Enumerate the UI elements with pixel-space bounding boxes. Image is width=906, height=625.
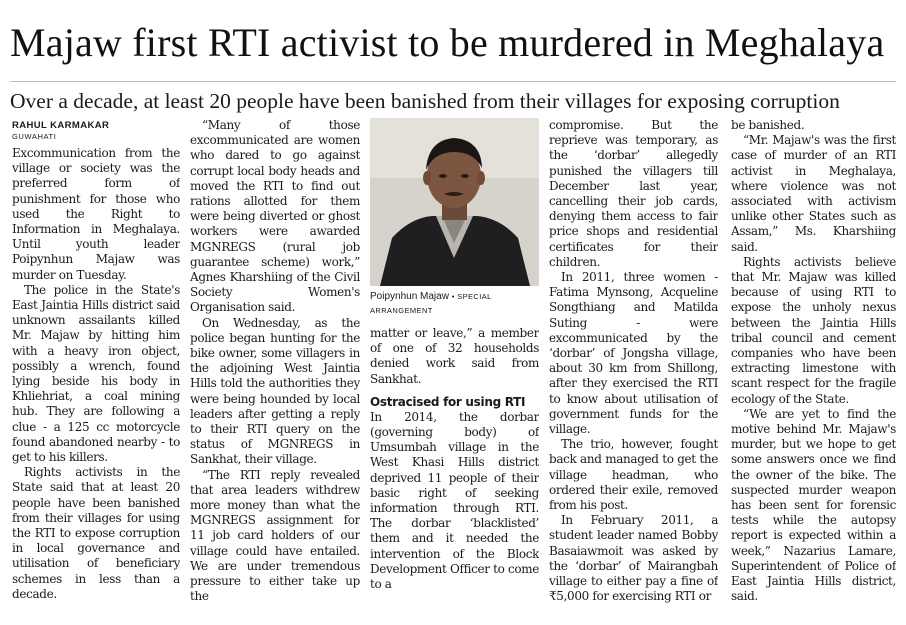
paragraph: “We are yet to find the motive behind Mr… [731, 406, 896, 604]
portrait-photo [370, 118, 539, 286]
photo-caption: Poipynhun Majaw • SPECIAL ARRANGEMENT [370, 290, 539, 318]
paragraph: compromise. But the reprieve was tempora… [549, 118, 718, 269]
paragraph: The police in the State's East Jaintia H… [12, 282, 180, 465]
paragraph: In 2011, three women - Fatima Mynsong, A… [549, 270, 718, 437]
dateline: GUWAHATI [12, 132, 57, 141]
article-column-2: “Many of those excommunicated are women … [190, 118, 360, 618]
paragraph: “The RTI reply revealed that area leader… [190, 467, 360, 604]
caption-name: Poipynhun Majaw [370, 291, 449, 302]
headline: Majaw first RTI activist to be murdered … [10, 20, 885, 65]
article-column-4: compromise. But the reprieve was tempora… [549, 118, 718, 618]
portrait-illustration [370, 118, 539, 286]
paragraph: The trio, however, fought back and manag… [549, 437, 718, 513]
paragraph: Rights activists in the State said that … [12, 465, 180, 601]
paragraph: In February 2011, a student leader named… [549, 513, 718, 604]
article-column-5: be banished. “Mr. Majaw's was the first … [731, 118, 896, 618]
headline-divider [10, 81, 896, 82]
byline: RAHUL KARMAKAR [12, 120, 110, 131]
paragraph: matter or leave,” a member of one of 32 … [370, 326, 539, 386]
paragraph: “Many of those excommunicated are women … [190, 118, 360, 315]
paragraph: On Wednesday, as the police began huntin… [190, 315, 360, 467]
article-column-1: RAHUL KARMAKAR GUWAHATI Excommunication … [12, 118, 180, 618]
paragraph: In 2014, the dorbar (governing body) of … [370, 409, 539, 592]
paragraph: Excommunication from the village or soci… [12, 146, 180, 282]
paragraph: “Mr. Majaw's was the first case of murde… [731, 133, 896, 254]
section-subheading: Ostracised for using RTI [370, 394, 526, 409]
article-column-3: Poipynhun Majaw • SPECIAL ARRANGEMENT ma… [370, 111, 539, 611]
paragraph: Rights activists believe that Mr. Majaw … [731, 254, 896, 406]
paragraph: be banished. [731, 118, 805, 132]
